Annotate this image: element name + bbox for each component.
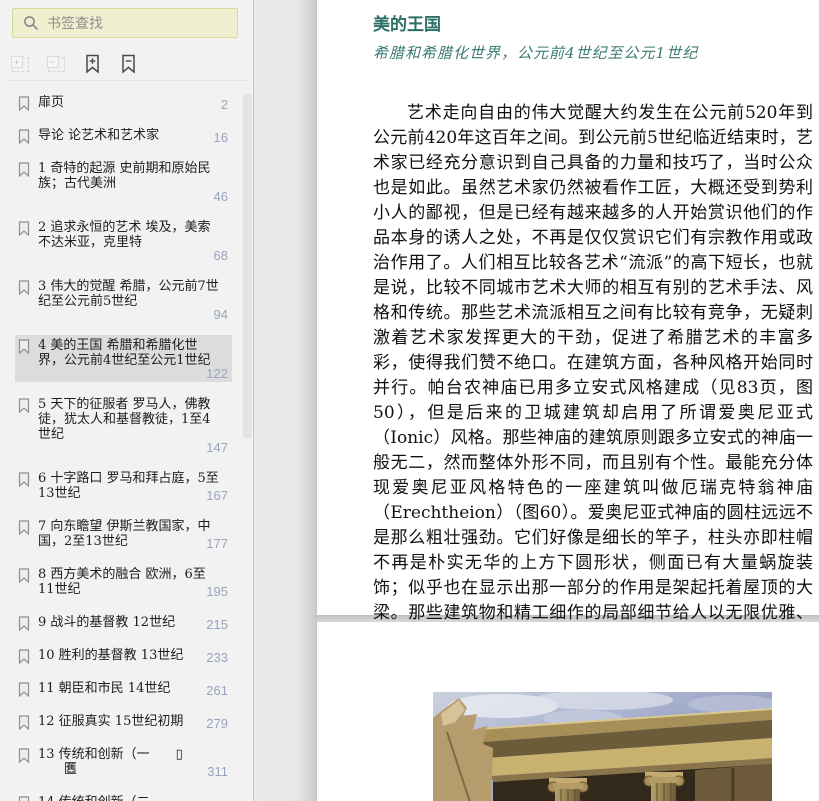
toc-item-label: 14 传统和创新（二 릘i 匶 — [38, 795, 222, 801]
chapter-subtitle: 希腊和希腊化世界，公元前4世纪至公元1世纪 — [373, 44, 699, 62]
bookmark-icon — [18, 162, 30, 177]
toc-item-label: 扉页 — [38, 95, 65, 110]
toc-item-label: 7 向东瞻望 伊斯兰教国家，中国，2至13世纪 — [38, 519, 211, 549]
remove-bookmark-button[interactable] — [116, 52, 140, 76]
toc-item-page: 311 — [207, 764, 228, 779]
bookmark-icon — [18, 520, 30, 535]
toc-item-page: 177 — [206, 536, 228, 551]
expand-all-icon: + — [10, 55, 29, 72]
book-page-next — [317, 622, 819, 801]
toc-item-chapter-10[interactable]: 10 胜利的基督教 13世纪 233 — [15, 645, 232, 666]
erechtheion-photo — [433, 690, 778, 801]
book-page-current: 美的王国 希腊和希腊化世界，公元前4世纪至公元1世纪 艺术走向自由的伟大觉醒大约… — [317, 0, 819, 648]
reading-pane: 美的王国 希腊和希腊化世界，公元前4世纪至公元1世纪 艺术走向自由的伟大觉醒大约… — [317, 0, 819, 801]
toc-item-label: 12 征服真实 15世纪初期 — [38, 714, 184, 729]
toc-item-page: 2 — [220, 97, 228, 112]
search-icon — [24, 16, 38, 30]
collapse-all-button[interactable]: − — [44, 52, 68, 76]
bookmark-icon — [18, 796, 30, 801]
expand-all-button[interactable]: + — [8, 52, 32, 76]
bookmark-icon — [18, 616, 30, 631]
toc-item-label: 8 西方美术的融合 欧洲，6至11世纪 — [38, 567, 206, 597]
toc-item-label: 11 朝臣和市民 14世纪 — [38, 681, 171, 696]
toc-item-introduction[interactable]: 导论 论艺术和艺术家 16 — [15, 125, 232, 146]
toc-item-chapter-5[interactable]: 5 天下的征服者 罗马人，佛教徒，犹太人和基督教徒，1至4世纪 147 — [15, 394, 232, 456]
toc-item-page: 233 — [206, 650, 228, 665]
bookmark-icon — [18, 649, 30, 664]
temple-photo-graphic — [433, 690, 778, 801]
toc-item-chapter-7[interactable]: 7 向东瞻望 伊斯兰教国家，中国，2至13世纪 177 — [15, 516, 232, 552]
bookmark-icon — [18, 682, 30, 697]
toc-item-label: 5 天下的征服者 罗马人，佛教徒，犹太人和基督教徒，1至4世纪 — [38, 397, 211, 442]
toc-item-page: 122 — [206, 366, 228, 381]
page-gutter — [254, 0, 317, 801]
bookmark-icon — [18, 339, 30, 354]
collapse-all-icon: − — [46, 55, 65, 72]
add-bookmark-button[interactable] — [80, 52, 104, 76]
toc-item-chapter-14[interactable]: 14 传统和创新（二 릘i 匶 338 — [15, 792, 232, 801]
toc-item-page: 279 — [206, 716, 228, 731]
bookmarks-list: 扉页 2 导论 论艺术和艺术家 16 1 奇特的起源 史前期和原始民族；古代美洲… — [0, 84, 254, 801]
toc-item-label: 3 伟大的觉醒 希腊，公元前7世纪至公元前5世纪 — [38, 279, 219, 309]
bookmark-search-input[interactable] — [45, 14, 231, 32]
bookmark-icon — [18, 715, 30, 730]
toc-item-chapter-12[interactable]: 12 征服真实 15世纪初期 279 — [15, 711, 232, 732]
toc-item-chapter-4-selected[interactable]: 4 美的王国 希腊和希腊化世界，公元前4世纪至公元1世纪 122 — [15, 335, 232, 382]
toc-item-label: 4 美的王国 希腊和希腊化世界，公元前4世纪至公元1世纪 — [38, 338, 211, 368]
toc-item-chapter-3[interactable]: 3 伟大的觉醒 希腊，公元前7世纪至公元前5世纪 94 — [15, 276, 232, 323]
sidebar-scrollbar-thumb[interactable] — [243, 93, 252, 439]
bookmark-icon — [18, 748, 30, 763]
bookmarks-sidebar: + − 扉页 2 — [0, 0, 254, 801]
bookmark-icon — [18, 221, 30, 236]
toc-item-page: 195 — [206, 584, 228, 599]
toc-item-page: 68 — [213, 248, 228, 263]
bookmark-icon — [18, 568, 30, 583]
toc-item-chapter-8[interactable]: 8 西方美术的融合 欧洲，6至11世纪 195 — [15, 564, 232, 600]
bookmarks-toolbar: + − — [8, 48, 246, 81]
chapter-title: 美的王国 — [373, 15, 441, 34]
toc-item-front-page[interactable]: 扉页 2 — [15, 92, 232, 113]
toc-item-label: 2 追求永恒的艺术 埃及，美索不达米亚，克里特 — [38, 220, 211, 250]
toc-item-page: 46 — [213, 189, 228, 204]
toc-item-chapter-13[interactable]: 13 传统和创新（一 ▯ 匶 311 — [15, 744, 232, 780]
toc-item-page: 147 — [206, 440, 228, 455]
bookmark-icon — [18, 129, 30, 144]
remove-bookmark-icon — [121, 54, 135, 74]
toc-item-chapter-11[interactable]: 11 朝臣和市民 14世纪 261 — [15, 678, 232, 699]
chapter-paragraph: 艺术走向自由的伟大觉醒大约发生在公元前520年到公元前420年这百年之间。到公元… — [373, 103, 813, 648]
toc-item-chapter-2[interactable]: 2 追求永恒的艺术 埃及，美索不达米亚，克里特 68 — [15, 217, 232, 264]
bookmark-search-box[interactable] — [12, 8, 238, 38]
toc-item-page: 215 — [206, 617, 228, 632]
toc-item-label: 9 战斗的基督教 12世纪 — [38, 615, 176, 630]
toc-item-chapter-6[interactable]: 6 十字路口 罗马和拜占庭，5至13世纪 167 — [15, 468, 232, 504]
toc-item-label: 1 奇特的起源 史前期和原始民族；古代美洲 — [38, 161, 211, 191]
toc-item-page: 261 — [206, 683, 228, 698]
toc-item-label: 13 传统和创新（一 ▯ 匶 — [38, 747, 183, 777]
toc-item-page: 16 — [213, 130, 228, 145]
bookmark-icon — [18, 96, 30, 111]
toc-item-page: 94 — [213, 307, 228, 322]
bookmark-icon — [18, 472, 30, 487]
toc-item-label: 导论 论艺术和艺术家 — [38, 128, 160, 143]
toc-item-label: 6 十字路口 罗马和拜占庭，5至13世纪 — [38, 471, 219, 501]
add-bookmark-icon — [85, 54, 99, 74]
bookmark-icon — [18, 280, 30, 295]
toc-item-chapter-9[interactable]: 9 战斗的基督教 12世纪 215 — [15, 612, 232, 633]
bookmark-icon — [18, 398, 30, 413]
toc-item-label: 10 胜利的基督教 13世纪 — [38, 648, 184, 663]
toc-item-page: 167 — [206, 488, 228, 503]
toc-item-chapter-1[interactable]: 1 奇特的起源 史前期和原始民族；古代美洲 46 — [15, 158, 232, 205]
